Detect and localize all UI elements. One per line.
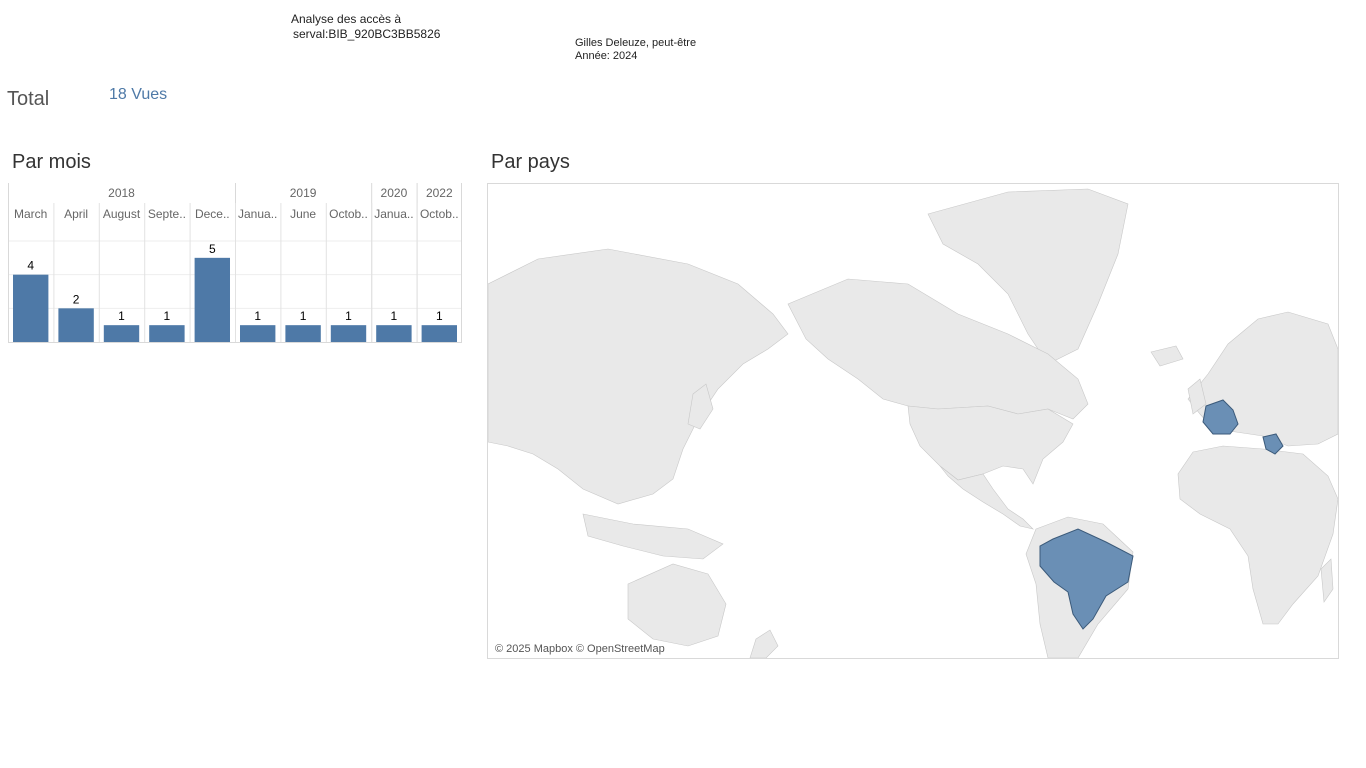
bar [285,325,321,342]
month-label: Octob.. [420,207,459,221]
month-label: Octob.. [329,207,368,221]
bar-value-label: 1 [345,309,352,323]
bar [376,325,412,342]
month-label: June [290,207,316,221]
author-info: Gilles Deleuze, peut-être Année: 2024 [575,37,696,63]
country-map[interactable]: © 2025 Mapbox © OpenStreetMap [487,183,1339,659]
report-title-line2: serval:BIB_920BC3BB5826 [293,27,441,41]
year-label: 2019 [290,186,317,200]
landmass-africa [1177,445,1338,625]
bar-value-label: 5 [209,242,216,256]
section-title-by-month: Par mois [12,151,91,173]
year-label: 2018 [108,186,135,200]
month-label: August [103,207,141,221]
year-label: 2022 [426,186,453,200]
month-label: Septe.. [148,207,186,221]
bar [58,308,94,342]
report-year: Année: 2024 [575,50,638,62]
landmass-madagascar [1320,558,1334,603]
month-label: March [14,207,47,221]
bar-value-label: 1 [391,309,398,323]
landmass-new-zealand [749,629,779,658]
monthly-bar-chart[interactable]: 2018 2019 2020 2022 March 4 April 2 August 1 Septe… [8,183,462,343]
month-label: April [64,207,88,221]
month-label: Janua.. [374,207,413,221]
bar [194,257,230,342]
bar-value-label: 2 [73,292,80,306]
section-title-by-country: Par pays [491,151,570,173]
bar [149,325,185,342]
bar [13,274,49,342]
bar-value-label: 1 [300,309,307,323]
bar [421,325,457,342]
bar-value-label: 4 [27,259,34,273]
bar-value-label: 1 [118,309,125,323]
month-label: Dece.. [195,207,230,221]
monthly-bar-chart-svg: 2018 2019 2020 2022 March 4 April 2 August 1 Septe… [8,183,462,343]
world-map-svg [488,188,1338,658]
total-views: 18 Vues [109,86,168,103]
bar [240,325,276,342]
landmass-usa [907,405,1074,485]
bar-value-label: 1 [254,309,261,323]
total-label: Total [7,88,50,110]
landmass-iceland [1150,345,1184,367]
bar-value-label: 1 [164,309,171,323]
landmass-se-asia-islands [582,513,724,560]
landmass-asia [488,248,789,505]
report-title-line1: Analyse des accès à [291,12,402,26]
year-label: 2020 [381,186,408,200]
bar-value-label: 1 [436,309,443,323]
month-label: Janua.. [238,207,277,221]
map-attribution[interactable]: © 2025 Mapbox © OpenStreetMap [495,643,665,655]
landmass-australia [627,563,727,647]
report-title: Analyse des accès à serval:BIB_920BC3BB5… [291,12,440,42]
bar [330,325,367,342]
author-name: Gilles Deleuze, peut-être [575,37,697,49]
bar [103,325,140,342]
